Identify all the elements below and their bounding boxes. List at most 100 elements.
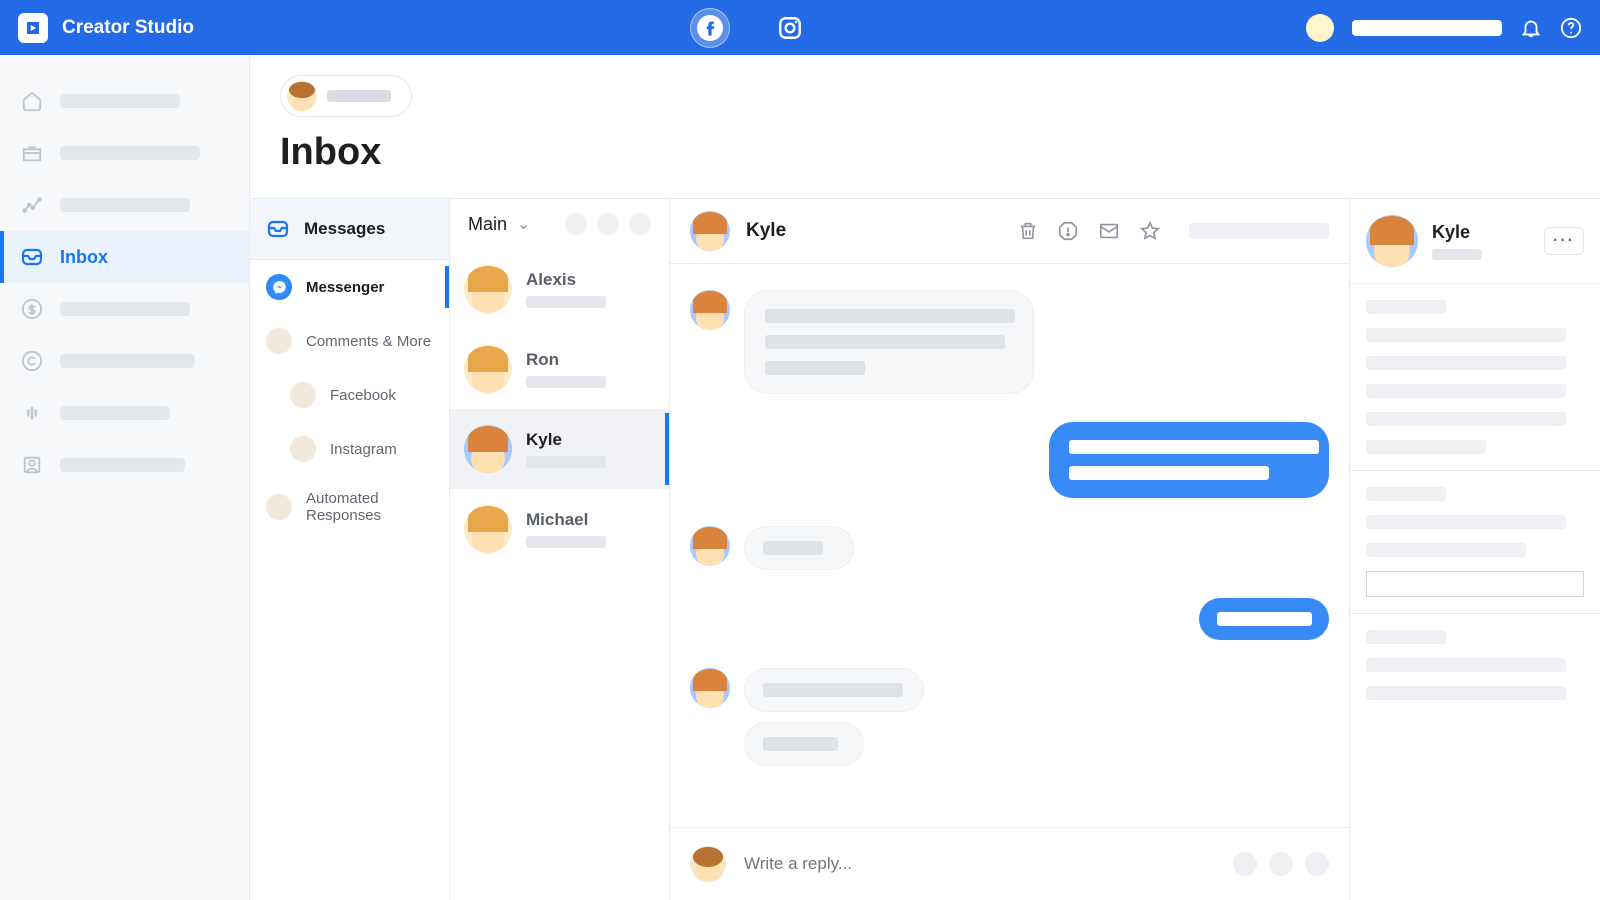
user-avatar[interactable] — [1306, 14, 1334, 42]
details-subtitle-placeholder — [1432, 249, 1482, 260]
page-name-placeholder — [327, 90, 391, 102]
thread-item[interactable]: Alexis — [450, 249, 669, 329]
thread-action-2[interactable] — [597, 213, 619, 235]
message-line-placeholder — [1069, 440, 1319, 454]
page-avatar — [287, 81, 317, 111]
nav-label-placeholder — [60, 354, 195, 368]
folder-messenger[interactable]: Messenger — [250, 260, 449, 314]
folder-label: Automated Responses — [306, 490, 433, 524]
facebook-icon — [697, 15, 723, 41]
thread-name: Ron — [526, 350, 606, 370]
thread-avatar — [464, 425, 512, 473]
nav-label-placeholder — [60, 406, 170, 420]
details-section — [1350, 284, 1600, 471]
conversation-avatar — [690, 211, 730, 251]
nav-insights[interactable] — [0, 179, 249, 231]
message-avatar — [690, 290, 730, 330]
app-logo[interactable] — [18, 13, 48, 43]
details-placeholder — [1366, 487, 1446, 501]
folder-label: Instagram — [330, 441, 397, 458]
mail-icon[interactable] — [1097, 220, 1121, 242]
message-line-placeholder — [765, 335, 1005, 349]
nav-label-placeholder — [60, 198, 190, 212]
message-bubble — [744, 668, 924, 712]
conversation-name: Kyle — [746, 220, 786, 242]
details-section — [1350, 471, 1600, 614]
details-placeholder — [1366, 356, 1566, 370]
folder-label: Facebook — [330, 387, 396, 404]
details-input[interactable] — [1366, 571, 1584, 597]
thread-preview-placeholder — [526, 536, 606, 548]
thread-action-3[interactable] — [629, 213, 651, 235]
nav-home[interactable] — [0, 75, 249, 127]
message-line-placeholder — [765, 309, 1015, 323]
message-row-incoming — [690, 290, 1329, 394]
nav-content[interactable] — [0, 127, 249, 179]
help-icon[interactable] — [1560, 17, 1582, 39]
details-placeholder — [1366, 384, 1566, 398]
message-line-placeholder — [765, 361, 865, 375]
thread-avatar — [464, 265, 512, 313]
details-placeholder — [1366, 515, 1566, 529]
message-row-outgoing — [690, 422, 1329, 498]
nav-label-placeholder — [60, 94, 180, 108]
star-icon[interactable] — [1139, 220, 1161, 242]
message-bubble — [744, 722, 864, 766]
folder-facebook[interactable]: Facebook — [250, 368, 449, 422]
nav-monetize[interactable] — [0, 283, 249, 335]
message-line-placeholder — [1069, 466, 1269, 480]
thread-preview-placeholder — [526, 456, 606, 468]
thread-filter[interactable]: Main ⌄ — [450, 199, 669, 249]
reply-action-1[interactable] — [1233, 852, 1257, 876]
pages-icon — [20, 453, 44, 477]
instagram-icon — [777, 15, 803, 41]
nav-inbox[interactable]: Inbox — [0, 231, 249, 283]
briefcase-icon — [20, 141, 44, 165]
folder-dot-icon — [266, 328, 292, 354]
message-row-outgoing — [690, 598, 1329, 640]
folder-instagram[interactable]: Instagram — [250, 422, 449, 476]
folders-heading: Messages — [250, 199, 449, 260]
reply-input[interactable] — [744, 854, 1215, 874]
platform-facebook[interactable] — [690, 8, 730, 48]
nav-label-placeholder — [60, 146, 200, 160]
reply-action-2[interactable] — [1269, 852, 1293, 876]
folder-automated[interactable]: Automated Responses — [250, 476, 449, 538]
thread-item[interactable]: Kyle — [450, 409, 669, 489]
nav-sound[interactable] — [0, 387, 249, 439]
home-icon — [20, 89, 44, 113]
message-line-placeholder — [763, 737, 838, 751]
folders-panel: Messages Messenger Comments & More Faceb… — [250, 199, 450, 900]
folder-dot-icon — [266, 494, 292, 520]
message-avatar — [690, 668, 730, 708]
thread-action-1[interactable] — [565, 213, 587, 235]
inbox-icon — [266, 217, 290, 241]
thread-preview-placeholder — [526, 296, 606, 308]
trash-icon[interactable] — [1017, 220, 1039, 242]
app-title: Creator Studio — [62, 17, 194, 39]
sidebar-nav: Inbox — [0, 55, 250, 900]
platform-instagram[interactable] — [770, 8, 810, 48]
details-menu-button[interactable]: ··· — [1544, 227, 1584, 255]
thread-avatar — [464, 345, 512, 393]
page-selector[interactable] — [280, 75, 412, 117]
thread-item[interactable]: Michael — [450, 489, 669, 569]
details-placeholder — [1366, 300, 1446, 314]
nav-rights[interactable] — [0, 335, 249, 387]
topbar: Creator Studio — [0, 0, 1600, 55]
message-line-placeholder — [763, 683, 903, 697]
folder-comments[interactable]: Comments & More — [250, 314, 449, 368]
details-placeholder — [1366, 440, 1486, 454]
nav-pages[interactable] — [0, 439, 249, 491]
message-avatar — [690, 526, 730, 566]
reply-action-3[interactable] — [1305, 852, 1329, 876]
details-avatar — [1366, 215, 1418, 267]
conversation-panel: Kyle — [670, 199, 1350, 900]
audio-icon — [20, 401, 44, 425]
thread-name: Kyle — [526, 430, 606, 450]
spam-icon[interactable] — [1057, 220, 1079, 242]
thread-item[interactable]: Ron — [450, 329, 669, 409]
folder-dot-icon — [290, 382, 316, 408]
bell-icon[interactable] — [1520, 17, 1542, 39]
conversation-action-placeholder — [1189, 223, 1329, 239]
